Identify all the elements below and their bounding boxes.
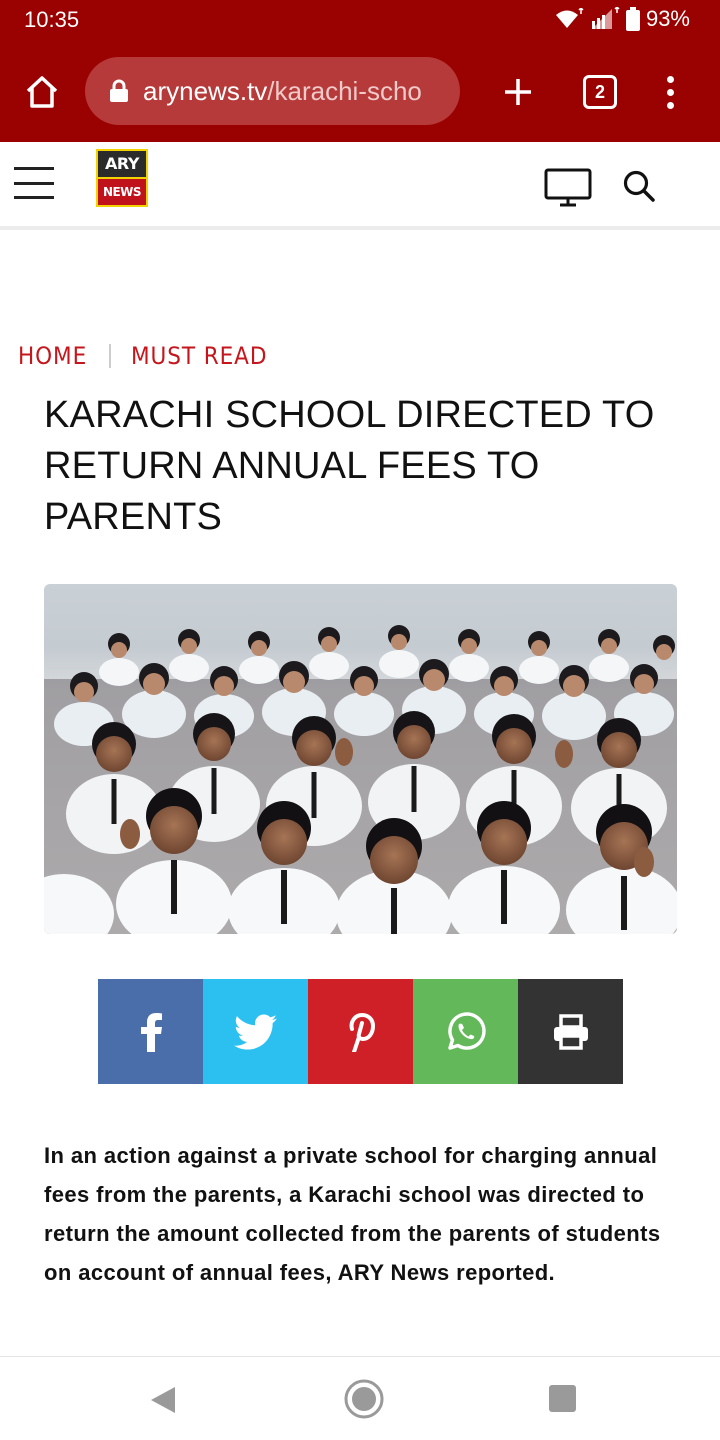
share-twitter-button[interactable] bbox=[203, 979, 308, 1084]
home-nav-icon[interactable] bbox=[343, 1378, 385, 1420]
whatsapp-icon bbox=[447, 1011, 486, 1050]
logo-top-text: ARY bbox=[98, 151, 146, 177]
article-headline: KARACHI SCHOOL DIRECTED TO RETURN ANNUAL… bbox=[44, 394, 655, 538]
wifi-icon bbox=[555, 8, 584, 28]
hamburger-menu-icon[interactable] bbox=[14, 167, 54, 199]
lock-icon bbox=[110, 79, 128, 102]
students-photo bbox=[44, 625, 677, 934]
browser-chrome: 10:35 93% arynews.tv /karachi-scho 2 bbox=[0, 0, 720, 142]
tab-switcher-button[interactable]: 2 bbox=[583, 75, 617, 109]
menu-dot bbox=[666, 101, 674, 109]
ary-news-logo[interactable]: ARY NEWS bbox=[96, 149, 148, 207]
menu-dot bbox=[666, 75, 674, 83]
twitter-icon bbox=[233, 1014, 277, 1049]
share-pinterest-button[interactable] bbox=[308, 979, 413, 1084]
breadcrumb: HOME MUST READ bbox=[18, 342, 282, 370]
battery-level: 93% bbox=[645, 6, 690, 31]
share-whatsapp-button[interactable] bbox=[413, 979, 518, 1084]
home-icon bbox=[26, 76, 58, 108]
site-header: ARY NEWS bbox=[0, 142, 720, 230]
url-bar[interactable]: arynews.tv/karachi-scho bbox=[85, 57, 460, 125]
menu-dot bbox=[666, 88, 674, 96]
recent-apps-icon[interactable] bbox=[549, 1385, 576, 1412]
browser-menu-button[interactable] bbox=[658, 70, 682, 114]
android-nav-bar bbox=[0, 1356, 720, 1440]
breadcrumb-separator bbox=[108, 344, 111, 368]
article-hero-image bbox=[44, 584, 677, 934]
search-icon[interactable] bbox=[622, 169, 656, 203]
status-bar: 10:35 93% bbox=[0, 0, 720, 40]
breadcrumb-home[interactable]: HOME bbox=[18, 342, 87, 370]
pinterest-icon bbox=[349, 1012, 375, 1052]
print-button[interactable] bbox=[518, 979, 623, 1084]
back-icon[interactable] bbox=[149, 1385, 177, 1415]
breadcrumb-must-read[interactable]: MUST READ bbox=[131, 342, 267, 370]
print-icon bbox=[553, 1013, 588, 1050]
share-facebook-button[interactable] bbox=[98, 979, 203, 1084]
share-bar bbox=[98, 979, 623, 1084]
url-domain: arynews.tv bbox=[143, 75, 268, 106]
new-tab-button[interactable] bbox=[496, 70, 540, 114]
plus-icon bbox=[505, 79, 531, 105]
battery-icon bbox=[625, 7, 640, 31]
article-body: In an action against a private school fo… bbox=[44, 1143, 661, 1285]
browser-home-button[interactable] bbox=[20, 70, 64, 114]
signal-icon bbox=[591, 7, 620, 29]
status-time: 10:35 bbox=[24, 7, 80, 32]
live-tv-icon[interactable] bbox=[544, 168, 592, 208]
logo-bottom-text: NEWS bbox=[98, 179, 146, 205]
status-icons: 93% bbox=[554, 6, 690, 32]
url-path: /karachi-scho bbox=[267, 75, 422, 106]
facebook-icon bbox=[140, 1012, 162, 1052]
